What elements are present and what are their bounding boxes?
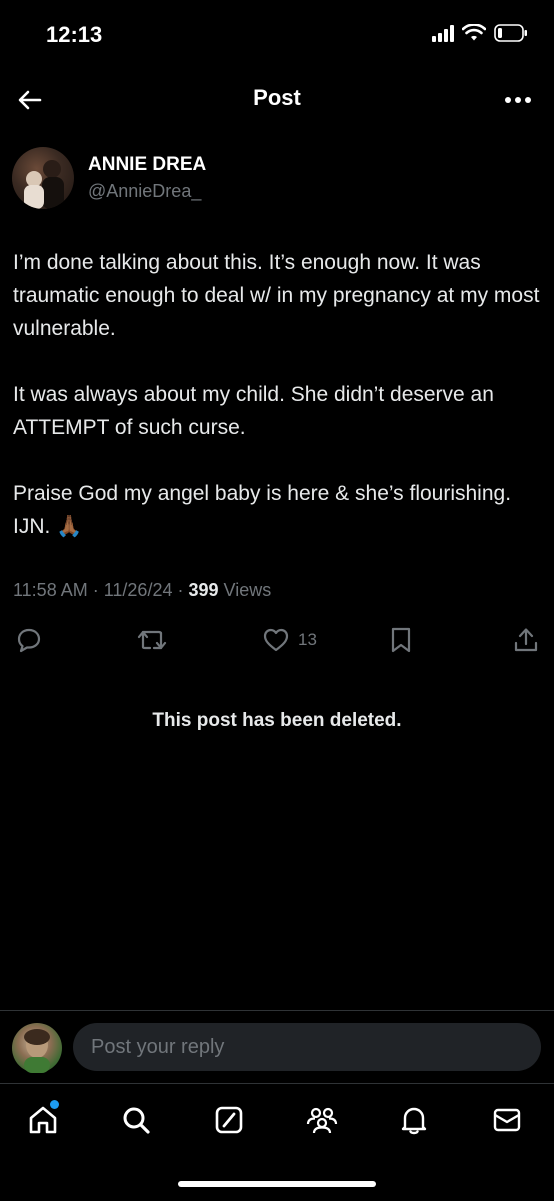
user-avatar[interactable]	[12, 1023, 62, 1073]
like-count: 13	[298, 630, 317, 649]
search-icon	[123, 1107, 150, 1134]
repost-button[interactable]	[136, 624, 168, 656]
status-bar: 12:13	[0, 0, 554, 70]
user-avatar-image	[24, 1029, 50, 1073]
share-icon	[514, 628, 538, 652]
post-meta: 11:58 AM · 11/26/24 · 399 Views	[13, 580, 271, 601]
nav-messages[interactable]	[485, 1098, 529, 1142]
notification-dot	[50, 1100, 59, 1109]
avatar-image	[24, 160, 64, 209]
nav-notifications[interactable]	[392, 1098, 436, 1142]
bookmark-icon	[391, 627, 411, 653]
post-paragraph: I’m done talking about this. It’s enough…	[13, 251, 540, 340]
reply-button[interactable]	[16, 624, 42, 656]
heart-icon	[263, 628, 289, 652]
author-avatar[interactable]	[12, 147, 74, 209]
post-actions: 13	[0, 620, 554, 660]
reply-input[interactable]	[73, 1023, 541, 1071]
author-handle[interactable]: @AnnieDrea_	[88, 181, 201, 202]
nav-search[interactable]	[114, 1098, 158, 1142]
repost-icon	[137, 630, 167, 650]
post-header: Post	[0, 70, 554, 130]
post-date[interactable]: 11/26/24	[104, 580, 173, 600]
meta-separator: ·	[177, 580, 189, 600]
more-dots-icon	[505, 97, 531, 103]
cellular-signal-icon	[432, 24, 454, 42]
mail-icon	[493, 1108, 521, 1132]
status-icons	[432, 24, 528, 42]
home-indicator[interactable]	[178, 1181, 376, 1187]
reply-icon	[17, 628, 41, 653]
meta-separator: ·	[92, 580, 104, 600]
views-label: Views	[223, 580, 272, 600]
nav-grok[interactable]	[207, 1098, 251, 1142]
bell-icon	[401, 1107, 427, 1135]
more-options-button[interactable]	[500, 82, 536, 118]
grok-icon	[215, 1106, 243, 1134]
like-button[interactable]: 13	[262, 624, 317, 656]
battery-icon	[494, 24, 527, 42]
deleted-post-notice: This post has been deleted.	[152, 710, 402, 731]
views-count: 399	[188, 580, 219, 600]
status-time: 12:13	[46, 22, 103, 47]
share-button[interactable]	[513, 624, 539, 656]
author-name[interactable]: ANNIE DREA	[88, 154, 206, 176]
communities-icon	[306, 1107, 338, 1134]
page-title: Post	[253, 85, 301, 110]
bookmark-button[interactable]	[389, 624, 413, 656]
nav-home[interactable]	[21, 1098, 65, 1142]
reply-bar	[0, 1010, 554, 1083]
post-text: I’m done talking about this. It’s enough…	[13, 246, 543, 543]
wifi-icon	[462, 24, 486, 41]
post-paragraph: Praise God my angel baby is here & she’s…	[13, 482, 512, 538]
post-time[interactable]: 11:58 AM	[13, 580, 88, 600]
nav-communities[interactable]	[300, 1098, 344, 1142]
post-paragraph: It was always about my child. She didn’t…	[13, 383, 494, 439]
